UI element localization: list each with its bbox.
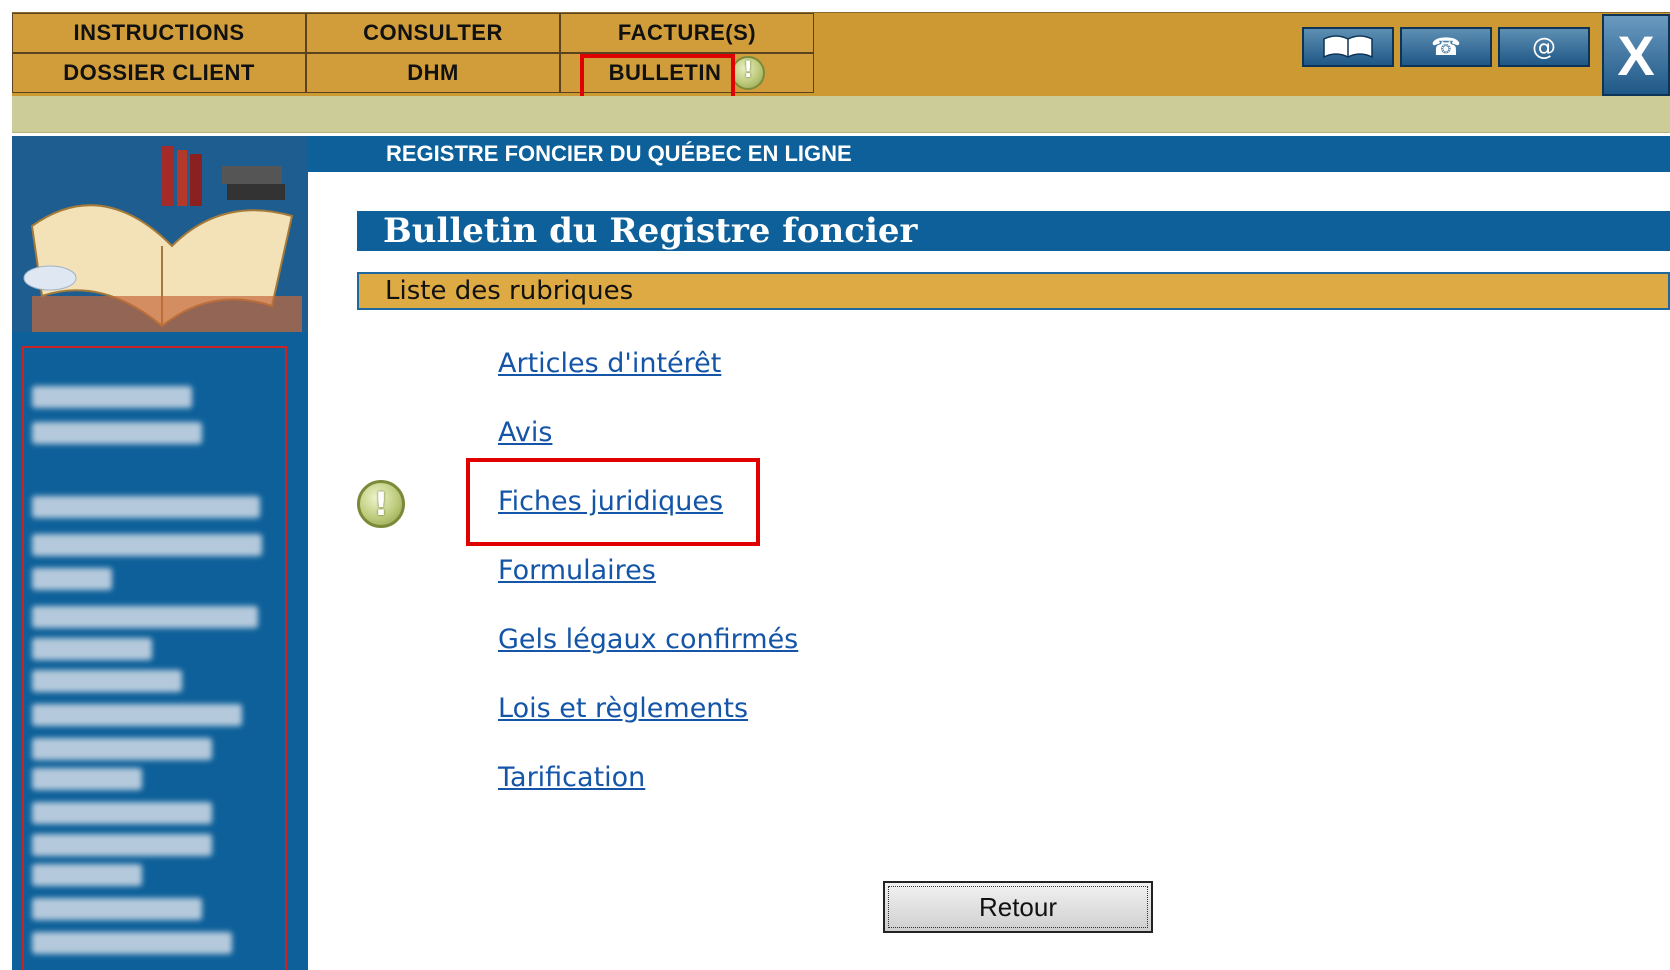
left-sidebar: [12, 136, 308, 970]
page-title: Bulletin du Registre foncier: [383, 211, 918, 251]
section-title: Liste des rubriques: [385, 276, 634, 306]
sidebar-banner-image: [12, 136, 308, 332]
nav-dhm[interactable]: DHM: [306, 53, 560, 93]
sidebar-item[interactable]: [32, 802, 212, 824]
nav-bulletin[interactable]: BULLETIN: [560, 53, 814, 93]
rubric-link-tarification[interactable]: Tarification: [498, 762, 645, 793]
sidebar-item[interactable]: [32, 768, 142, 790]
book-icon[interactable]: [1302, 27, 1394, 67]
retour-button[interactable]: Retour: [883, 881, 1153, 933]
site-header: REGISTRE FONCIER DU QUÉBEC EN LIGNE: [308, 136, 1670, 172]
sub-navigation-strip: [12, 96, 1670, 133]
sidebar-item[interactable]: [32, 670, 182, 692]
rubric-link-lois-reglements[interactable]: Lois et règlements: [498, 693, 748, 724]
site-title: REGISTRE FONCIER DU QUÉBEC EN LIGNE: [386, 141, 852, 166]
nav-dossier-client[interactable]: DOSSIER CLIENT: [12, 53, 306, 93]
rubric-link-fiches-juridiques[interactable]: Fiches juridiques: [498, 486, 723, 517]
nav-factures[interactable]: FACTURE(S): [560, 13, 814, 53]
book-icon-graphic: [1323, 35, 1373, 59]
top-navigation-bar: INSTRUCTIONS CONSULTER FACTURE(S) DOSSIE…: [12, 12, 1670, 97]
open-book-illustration: [12, 136, 308, 332]
sidebar-item[interactable]: [32, 422, 202, 444]
notice-icon: [731, 56, 766, 90]
close-button[interactable]: X: [1602, 14, 1670, 96]
sidebar-item[interactable]: [32, 834, 212, 856]
nav-consulter[interactable]: CONSULTER: [306, 13, 560, 53]
new-notice-icon: [357, 480, 405, 528]
rubric-link-gels-legaux[interactable]: Gels légaux confirmés: [498, 624, 798, 655]
sidebar-item[interactable]: [32, 496, 260, 518]
sidebar-item[interactable]: [32, 932, 232, 954]
sidebar-menu: [22, 346, 287, 970]
sidebar-item[interactable]: [32, 606, 258, 628]
rubric-link-formulaires[interactable]: Formulaires: [498, 555, 656, 586]
sidebar-item[interactable]: [32, 738, 212, 760]
rubric-link-articles[interactable]: Articles d'intérêt: [498, 348, 721, 379]
sidebar-item[interactable]: [32, 386, 192, 408]
phone-icon[interactable]: ☎: [1400, 27, 1492, 67]
nav-instructions[interactable]: INSTRUCTIONS: [12, 13, 306, 53]
email-icon[interactable]: @: [1498, 27, 1590, 67]
sidebar-item[interactable]: [32, 864, 142, 886]
rubric-link-avis[interactable]: Avis: [498, 417, 552, 448]
section-header: Liste des rubriques: [357, 272, 1670, 310]
sidebar-item[interactable]: [32, 568, 112, 590]
sidebar-item[interactable]: [32, 704, 242, 726]
page-title-bar: Bulletin du Registre foncier: [357, 211, 1670, 251]
sidebar-item[interactable]: [32, 898, 202, 920]
sidebar-item[interactable]: [32, 638, 152, 660]
sidebar-item[interactable]: [32, 534, 262, 556]
